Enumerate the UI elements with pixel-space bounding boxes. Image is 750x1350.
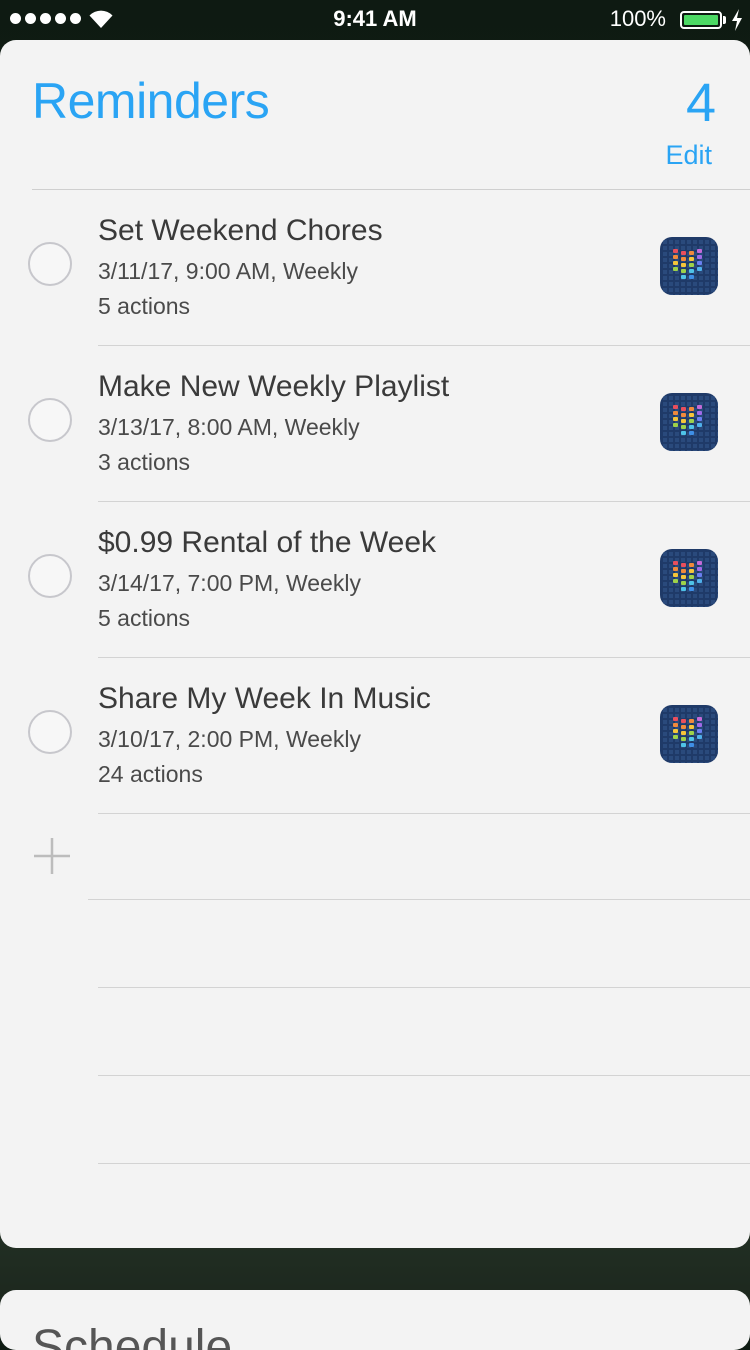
status-bar: 9:41 AM 100% [0, 0, 750, 40]
reminder-schedule: 3/10/17, 2:00 PM, Weekly [98, 726, 361, 752]
next-widget: Schedule [0, 1290, 750, 1350]
reminder-actions-count: 24 actions [98, 761, 203, 787]
widget-title: Reminders [32, 73, 270, 129]
battery-icon [680, 11, 722, 29]
reminder-title: Share My Week In Music [98, 682, 431, 715]
reminder-title: Make New Weekly Playlist [98, 370, 450, 403]
reminder-title: $0.99 Rental of the Week [98, 526, 436, 559]
edit-button[interactable]: Edit [665, 140, 712, 171]
next-widget-title: Schedule [32, 1321, 233, 1350]
reminder-schedule: 3/13/17, 8:00 AM, Weekly [98, 414, 360, 440]
reminders-widget: Reminders 4 Edit Set Weekend Chores 3/11… [0, 40, 750, 1248]
reminder-actions-count: 5 actions [98, 605, 191, 631]
reminder-row[interactable]: $0.99 Rental of the Week 3/14/17, 7:00 P… [28, 502, 750, 658]
workflow-app-icon[interactable] [660, 549, 718, 607]
complete-checkbox[interactable] [28, 554, 72, 598]
reminder-schedule: 3/14/17, 7:00 PM, Weekly [98, 570, 361, 596]
workflow-app-icon[interactable] [660, 393, 718, 451]
reminder-title: Set Weekend Chores [98, 214, 383, 247]
workflow-app-icon[interactable] [660, 705, 718, 763]
workflow-app-icon[interactable] [660, 237, 718, 295]
empty-line [98, 988, 750, 1076]
charging-bolt-icon [732, 9, 742, 31]
reminder-actions-count: 3 actions [98, 449, 191, 475]
reminder-schedule: 3/11/17, 9:00 AM, Weekly [98, 258, 358, 284]
empty-line [98, 900, 750, 988]
plus-icon[interactable] [32, 836, 72, 876]
battery-percent: 100% [609, 6, 666, 31]
add-reminder-row[interactable] [34, 814, 750, 900]
complete-checkbox[interactable] [28, 242, 72, 286]
reminder-list: Set Weekend Chores 3/11/17, 9:00 AM, Wee… [0, 190, 750, 1164]
reminder-row[interactable]: Share My Week In Music 3/10/17, 2:00 PM,… [28, 658, 750, 814]
complete-checkbox[interactable] [28, 398, 72, 442]
complete-checkbox[interactable] [28, 710, 72, 754]
empty-line [98, 1076, 750, 1164]
reminder-row[interactable]: Set Weekend Chores 3/11/17, 9:00 AM, Wee… [28, 190, 750, 346]
reminder-actions-count: 5 actions [98, 293, 191, 319]
reminder-count: 4 [685, 73, 716, 133]
reminder-row[interactable]: Make New Weekly Playlist 3/13/17, 8:00 A… [28, 346, 750, 502]
